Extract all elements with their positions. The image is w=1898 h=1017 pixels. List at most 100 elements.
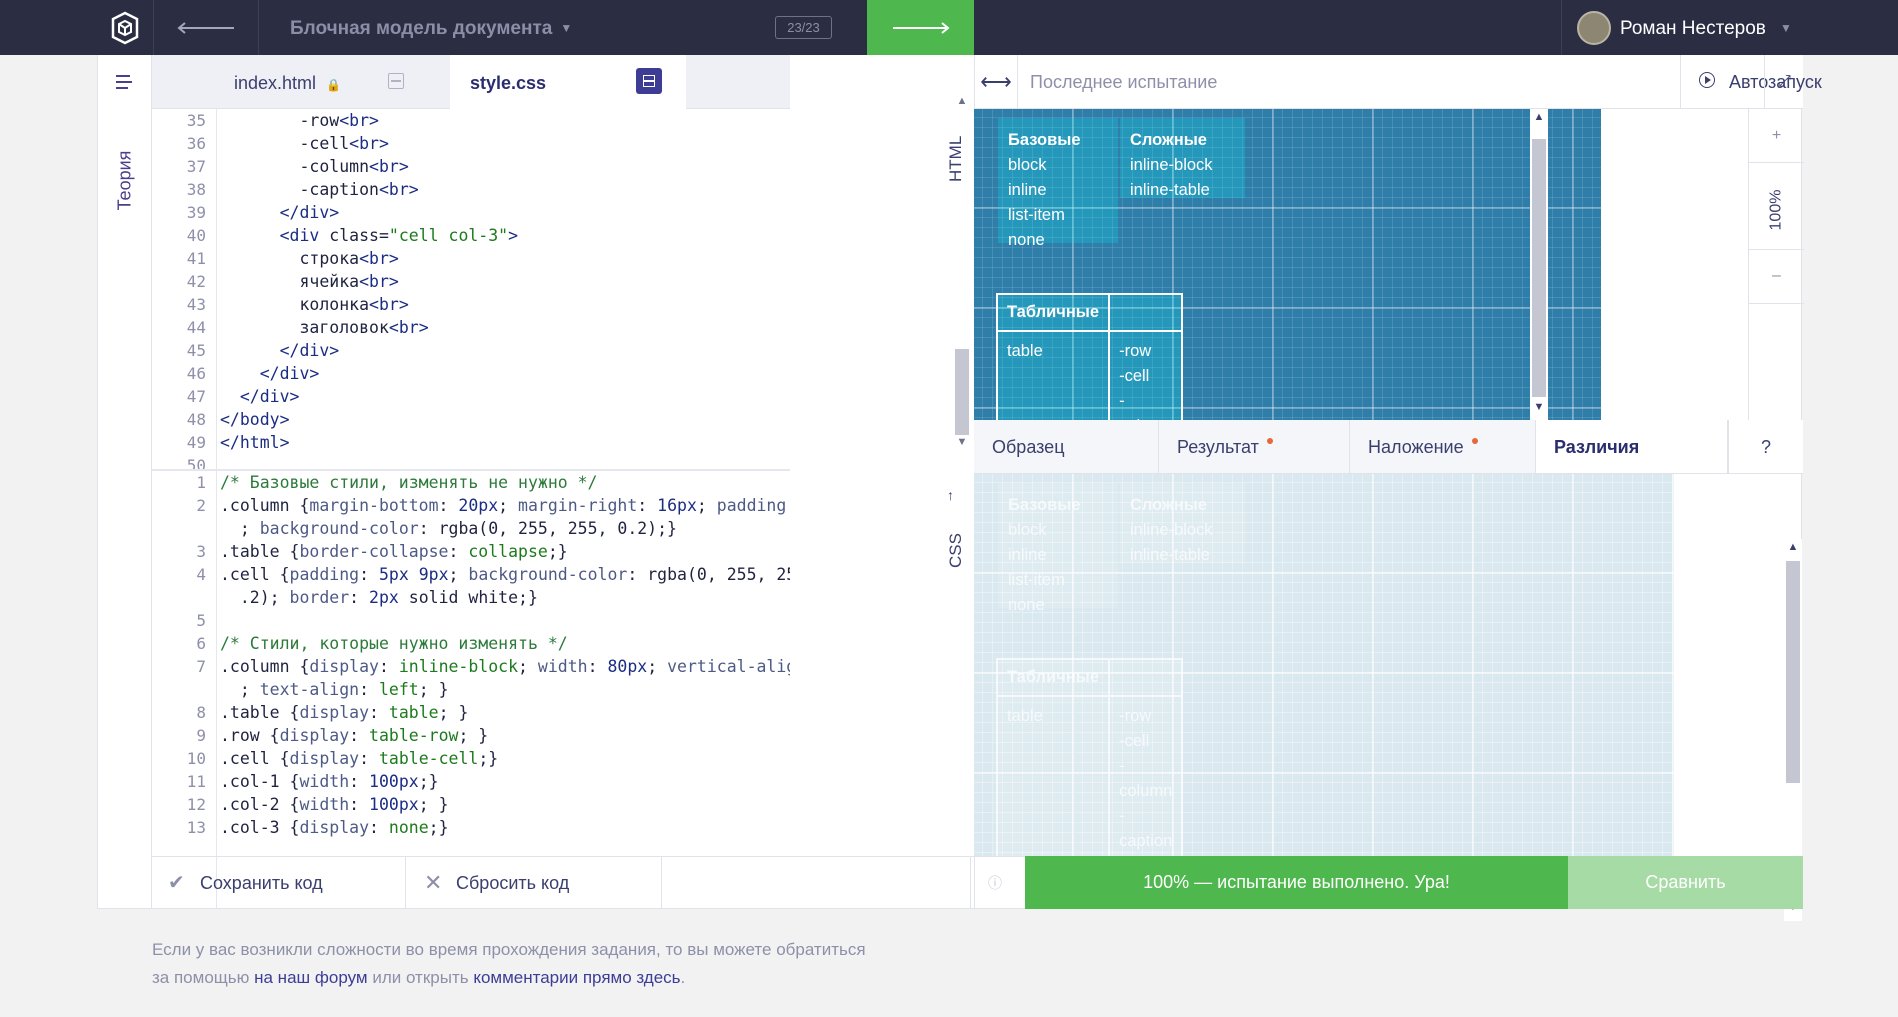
code-line[interactable]: 40 <div class="cell col-3"> [152,224,790,247]
tab-sample[interactable]: Образец [974,420,1159,473]
code-line[interactable]: 5 [152,609,790,632]
zoom-out-button[interactable]: – [1749,267,1804,285]
next-task-button[interactable] [867,0,974,55]
code-line[interactable]: 44 заголовок<br> [152,316,790,339]
previous-task-button[interactable] [153,0,259,55]
code-line[interactable]: 13 .col-3 {display: none;} [152,816,790,839]
expand-icon[interactable]: ⤢ [1764,55,1804,108]
css-panel-label[interactable]: CSS [946,533,966,568]
code-text: .table {display: table; } [220,703,469,722]
preview-header: ⟷ Последнее испытание Автозапуск ⤢ [974,55,1822,109]
table-cell: Табличные [995,658,1111,697]
code-line[interactable]: 8 .table {display: table; } [152,701,790,724]
reset-code-button[interactable]: ✕ Сбросить код [406,857,662,909]
code-line[interactable]: 7 .column {display: inline-block; width: … [152,655,790,678]
code-line[interactable]: 4 .cell {padding: 5px 9px; background-col… [152,563,790,586]
code-line[interactable]: 41 строка<br> [152,247,790,270]
preview-scrollbar[interactable]: ▲ ▼ [1530,109,1548,420]
column-item: none [1008,231,1045,249]
tab-result[interactable]: Результат [1159,420,1350,473]
code-line[interactable]: 1 /* Базовые стили, изменять не нужно */ [152,471,790,494]
code-text: .2); border: 2px solid white;} [220,588,538,607]
css-code-lines: 1 /* Базовые стили, изменять не нужно */ 2… [152,471,790,839]
scroll-thumb[interactable] [955,349,969,435]
compare-button[interactable]: Сравнить [1568,856,1803,909]
column-item: none [1008,596,1045,614]
code-line[interactable]: 11 .col-1 {width: 100px;} [152,770,790,793]
code-line[interactable]: 6 /* Стили, которые нужно изменять */ [152,632,790,655]
scroll-thumb[interactable] [1786,561,1800,783]
code-line[interactable]: ; background-color: rgba(0, 255, 255, 0.… [152,517,790,540]
column-basic: Базовые block inline list-item none [998,118,1118,249]
collapse-panel-icon[interactable] [636,68,662,94]
code-line[interactable]: 49 </html> [152,431,790,454]
comments-link[interactable]: комментарии прямо здесь [473,968,680,987]
theory-toggle[interactable]: Теория [115,141,136,221]
line-number: 11 [186,772,206,791]
table-row: table -row -cell -column -caption [995,695,1184,856]
scroll-up-icon[interactable]: ▲ [1784,541,1802,553]
code-line[interactable]: 45 </div> [152,339,790,362]
help-button[interactable]: ? [1728,420,1803,473]
css-editor[interactable]: 1 /* Базовые стили, изменять не нужно */ 2… [152,471,790,908]
tab-overlay[interactable]: Наложение [1350,420,1536,473]
code-line[interactable]: .2); border: 2px solid white;} [152,586,790,609]
code-line[interactable]: 47 </div> [152,385,790,408]
code-line[interactable]: 39 </div> [152,201,790,224]
scroll-down-icon[interactable]: ▼ [1530,401,1548,413]
course-title[interactable]: Блочная модель документа ▼ [290,0,572,55]
code-line[interactable]: 3 .table {border-collapse: collapse;} [152,540,790,563]
scroll-down-icon[interactable]: ▼ [954,436,970,448]
code-line[interactable]: 50 [152,454,790,469]
tab-index-html[interactable]: index.html 🔒 [214,55,450,108]
demo-table: Табличные table -row -cell -column -capt… [995,293,1184,420]
code-line[interactable]: 43 колонка<br> [152,293,790,316]
column-item: block [1008,521,1047,539]
forum-link[interactable]: на наш форум [254,968,367,987]
code-line[interactable]: 2 .column {margin-bottom: 20px; margin-ri… [152,494,790,517]
code-line[interactable]: 37 -column<br> [152,155,790,178]
code-line[interactable]: 9 .row {display: table-row; } [152,724,790,747]
code-line[interactable]: 12 .col-2 {width: 100px; } [152,793,790,816]
code-text: -row<br> [220,111,379,130]
column-item: inline [1008,546,1047,564]
collapse-panel-icon[interactable] [388,73,404,89]
code-text: ; text-align: left; } [220,680,449,699]
info-icon[interactable]: ⓘ [971,857,1019,909]
code-line[interactable]: 35 -row<br> [152,109,790,132]
swap-arrows-icon[interactable]: ⟷ [974,55,1018,108]
scroll-up-icon[interactable]: ▲ [1530,111,1548,123]
user-menu[interactable]: Роман Нестеров ▼ [1561,0,1898,55]
tab-style-css[interactable]: style.css [450,55,686,109]
scroll-up-icon[interactable]: ▲ [954,95,970,107]
code-line[interactable]: ; text-align: left; } [152,678,790,701]
table-cell [1108,658,1184,697]
code-line[interactable]: 42 ячейка<br> [152,270,790,293]
table-left-text: table [1007,707,1043,725]
help-footer: Если у вас возникли сложности во время п… [152,936,866,992]
logo[interactable] [97,0,154,55]
line-number: 10 [186,749,206,768]
html-panel-label[interactable]: HTML [946,136,966,182]
scroll-thumb[interactable] [1532,139,1546,397]
code-line[interactable]: 38 -caption<br> [152,178,790,201]
code-line[interactable]: 36 -cell<br> [152,132,790,155]
table-item: -cell [1119,732,1150,750]
save-code-button[interactable]: ✔ Сохранить код [152,857,406,909]
zoom-in-button[interactable]: + [1749,127,1804,145]
html-editor[interactable]: 35 -row<br> 36 -cell<br> 37 -column<br> 38 … [152,109,790,469]
hamburger-menu-icon[interactable] [116,75,134,91]
arrow-up-icon[interactable]: ↑ [947,487,954,503]
status-dot [1471,438,1478,444]
code-text: колонка<br> [220,295,409,314]
column-title: Сложные [1130,131,1207,149]
code-line[interactable]: 46 </div> [152,362,790,385]
column-complex: Сложные inline-block inline-table [1120,483,1245,564]
preview-frame: Базовые block inline list-item none Слож… [974,109,1601,420]
code-line[interactable]: 48 </body> [152,408,790,431]
code-line[interactable]: 10 .cell {display: table-cell;} [152,747,790,770]
tab-diff[interactable]: Различия [1536,420,1728,473]
code-text: .column {display: inline-block; width: 8… [220,657,790,676]
line-number: 41 [186,249,206,268]
course-title-text: Блочная модель документа [290,18,553,39]
